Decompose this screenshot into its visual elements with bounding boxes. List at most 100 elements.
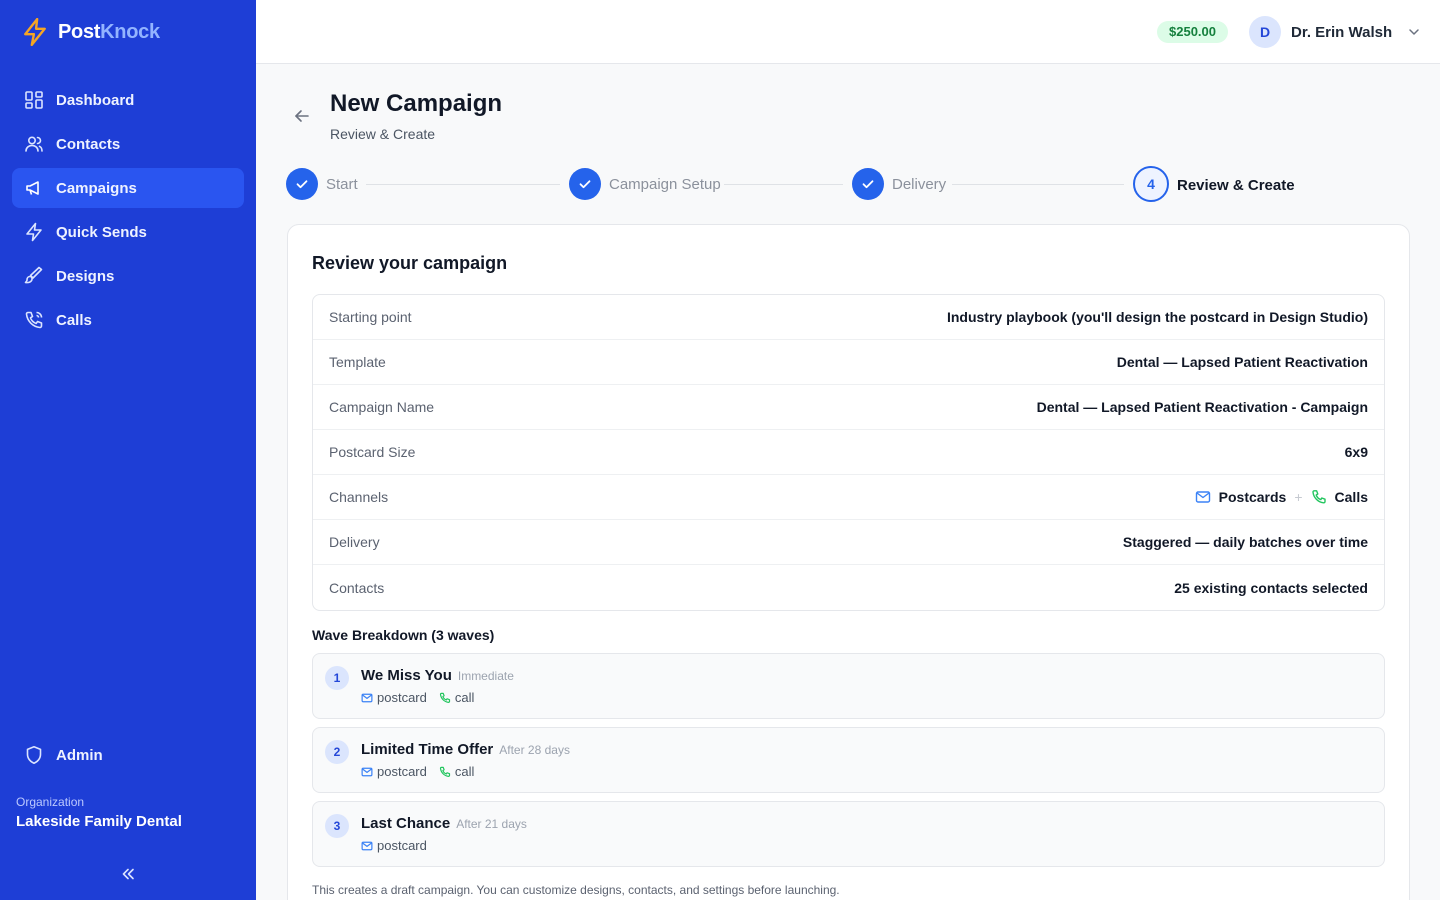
wave-number-badge: 1 [325, 666, 349, 690]
user-menu[interactable]: D Dr. Erin Walsh [1249, 16, 1422, 48]
summary-row-delivery: Delivery Staggered — daily batches over … [313, 520, 1384, 565]
draft-footnote: This creates a draft campaign. You can c… [312, 883, 840, 897]
sidebar-item-label: Calls [56, 311, 92, 329]
sidebar: PostKnock Dashboard Contacts Campaigns Q… [0, 0, 256, 900]
wave-channel-postcard: postcard [361, 690, 427, 705]
summary-row-template: Template Dental — Lapsed Patient Reactiv… [313, 340, 1384, 385]
sidebar-item-dashboard[interactable]: Dashboard [12, 80, 244, 120]
summary-value: 6x9 [1344, 444, 1368, 460]
sidebar-item-label: Campaigns [56, 179, 137, 197]
mail-icon [361, 767, 373, 776]
brush-icon [24, 266, 43, 284]
wave-name: Last Chance After 21 days [361, 815, 527, 832]
brand-logo[interactable]: PostKnock [22, 18, 160, 46]
page-title: New Campaign [330, 90, 503, 117]
sidebar-item-admin[interactable]: Admin [12, 735, 244, 775]
step-label: Review & Create [1177, 176, 1295, 194]
sidebar-nav: Dashboard Contacts Campaigns Quick Sends… [12, 80, 244, 344]
sidebar-item-quick-sends[interactable]: Quick Sends [12, 212, 244, 252]
step-connector [724, 184, 843, 185]
top-bar: $250.00 D Dr. Erin Walsh [256, 0, 1440, 64]
wave-timing: After 28 days [499, 743, 570, 757]
step-label: Delivery [892, 175, 947, 193]
summary-value: Staggered — daily batches over time [1122, 534, 1368, 550]
wave-channels: postcard call [361, 690, 474, 705]
summary-value: Dental — Lapsed Patient Reactivation - C… [1036, 399, 1368, 415]
collapse-sidebar-button[interactable] [116, 862, 140, 886]
wave-channel-postcard: postcard [361, 838, 427, 853]
summary-key: Starting point [329, 309, 412, 325]
sidebar-item-label: Quick Sends [56, 223, 147, 241]
wave-breakdown-title: Wave Breakdown (3 waves) [312, 627, 495, 643]
organization-name: Lakeside Family Dental [16, 813, 182, 830]
wave-card: 3 Last Chance After 21 days postcard [312, 801, 1385, 867]
wave-timing: After 21 days [456, 817, 527, 831]
check-icon [296, 180, 308, 189]
step-campaign-setup[interactable]: Campaign Setup [569, 168, 721, 200]
step-start[interactable]: Start [286, 168, 358, 200]
wave-number-badge: 3 [325, 814, 349, 838]
phone-icon [1311, 490, 1326, 504]
sidebar-item-designs[interactable]: Designs [12, 256, 244, 296]
summary-row-contacts: Contacts 25 existing contacts selected [313, 565, 1384, 610]
channel-calls: Calls [1311, 489, 1368, 505]
users-icon [25, 136, 43, 152]
sidebar-item-campaigns[interactable]: Campaigns [12, 168, 244, 208]
phone-icon [439, 766, 450, 777]
wave-name: We Miss You Immediate [361, 667, 514, 684]
summary-row-starting-point: Starting point Industry playbook (you'll… [313, 295, 1384, 340]
step-label: Campaign Setup [609, 175, 721, 193]
mail-icon [1195, 491, 1210, 503]
chevrons-left-icon [122, 868, 134, 880]
wave-channels: postcard [361, 838, 427, 853]
user-name: Dr. Erin Walsh [1291, 23, 1393, 41]
wave-card: 1 We Miss You Immediate postcard call [312, 653, 1385, 719]
sidebar-item-contacts[interactable]: Contacts [12, 124, 244, 164]
channel-postcards: Postcards [1195, 489, 1286, 505]
chevron-down-icon [1409, 29, 1419, 35]
back-button[interactable] [290, 104, 314, 128]
summary-key: Campaign Name [329, 399, 435, 415]
shield-icon [26, 746, 42, 764]
step-delivery[interactable]: Delivery [852, 168, 946, 200]
wave-timing: Immediate [457, 669, 514, 683]
wave-channel-call: call [439, 690, 474, 705]
phone-icon [439, 692, 450, 703]
mail-icon [361, 693, 373, 702]
summary-value: 25 existing contacts selected [1174, 579, 1368, 596]
wave-channels: postcard call [361, 764, 474, 779]
bolt-logo-icon [24, 18, 46, 46]
wave-number-badge: 2 [325, 740, 349, 764]
sidebar-item-calls[interactable]: Calls [12, 300, 244, 340]
channel-separator: + [1294, 489, 1303, 505]
avatar: D [1249, 16, 1281, 48]
summary-key: Template [329, 354, 386, 370]
arrow-left-icon [295, 110, 309, 122]
check-icon [862, 180, 874, 189]
wave-card: 2 Limited Time Offer After 28 days postca… [312, 727, 1385, 793]
step-connector [952, 184, 1124, 185]
step-label: Start [326, 175, 358, 193]
balance-badge: $250.00 [1157, 21, 1228, 43]
wave-channel-call: call [439, 764, 474, 779]
step-review-create[interactable]: 4 Review & Create [1133, 166, 1295, 202]
sidebar-item-label: Designs [56, 267, 115, 285]
wave-channel-postcard: postcard [361, 764, 427, 779]
sidebar-item-label: Dashboard [56, 91, 135, 109]
review-title: Review your campaign [312, 253, 508, 273]
check-icon [579, 180, 591, 189]
sidebar-admin: Admin [12, 735, 244, 779]
summary-value: Industry playbook (you'll design the pos… [946, 309, 1368, 325]
step-connector [366, 184, 560, 185]
summary-row-campaign-name: Campaign Name Dental — Lapsed Patient Re… [313, 385, 1384, 430]
summary-key: Delivery [329, 534, 380, 550]
summary-value: Dental — Lapsed Patient Reactivation [1116, 354, 1368, 370]
wave-name: Limited Time Offer After 28 days [361, 741, 570, 758]
bolt-icon [26, 222, 42, 242]
step-current-circle: 4 [1133, 166, 1169, 202]
summary-row-postcard-size: Postcard Size 6x9 [313, 430, 1384, 475]
sidebar-item-label: Contacts [56, 135, 121, 153]
summary-row-channels: Channels Postcards + Calls [313, 475, 1384, 520]
phone-icon [25, 311, 43, 329]
summary-key: Postcard Size [329, 444, 416, 460]
